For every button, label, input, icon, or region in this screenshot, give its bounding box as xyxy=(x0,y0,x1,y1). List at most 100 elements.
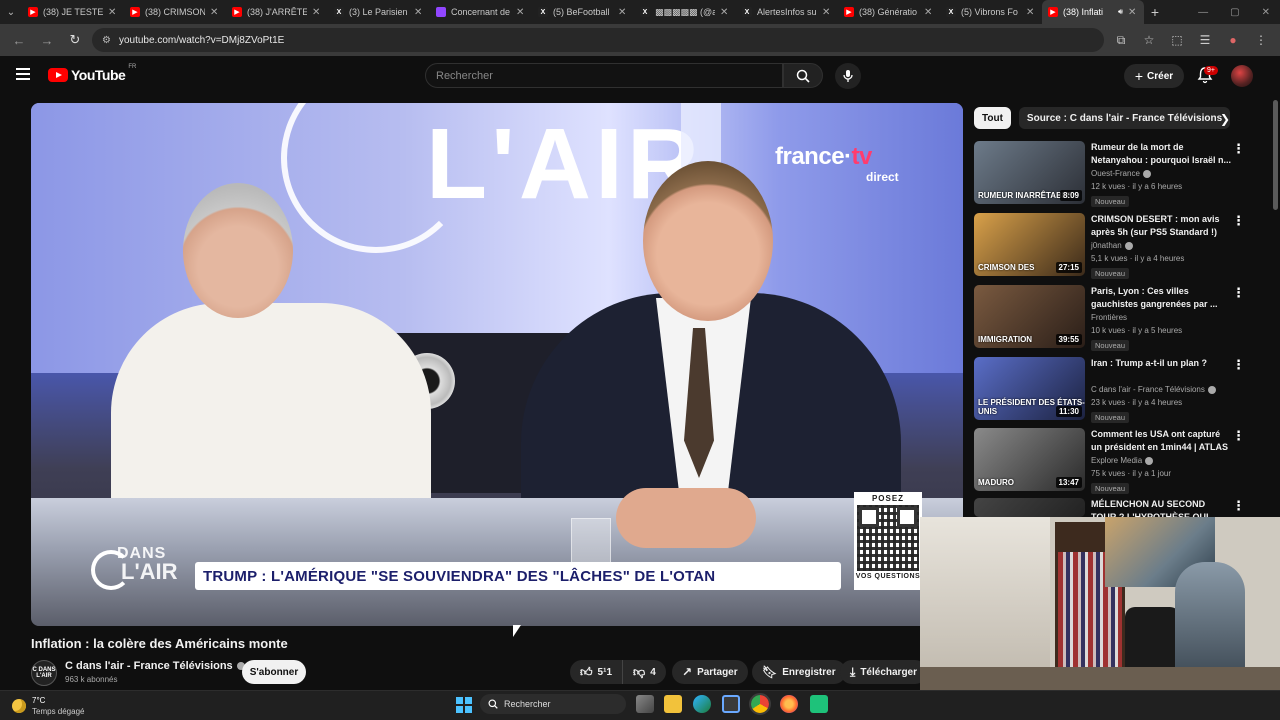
browser-tab[interactable]: ▶ (38) CRIMSON ✕ xyxy=(124,0,226,24)
weather-widget[interactable]: 7°C Temps dégagé xyxy=(12,695,84,717)
share-button[interactable]: ↗ Partager xyxy=(672,660,748,684)
video-thumbnail[interactable]: LE PRÉSIDENT DES ÉTATS-UNIS 11:30 xyxy=(974,357,1085,420)
tab-close-icon[interactable]: ✕ xyxy=(312,7,322,18)
profile-icon[interactable]: ● xyxy=(1222,29,1244,51)
page-scrollbar[interactable] xyxy=(1272,96,1280,516)
browser-tab[interactable]: X (5) BeFootball ✕ xyxy=(532,0,634,24)
tab-close-icon[interactable]: ✕ xyxy=(822,7,832,18)
more-options-icon[interactable]: ⋮ xyxy=(1232,357,1245,373)
address-bar[interactable]: ⚙ youtube.com/watch?v=DMj8ZVoPt1E xyxy=(92,28,1104,52)
recommended-video[interactable]: CRIMSON DES 27:15 CRIMSON DESERT : mon avi… xyxy=(974,213,1264,281)
taskbar-search[interactable]: Rechercher xyxy=(480,694,626,714)
browser-tab[interactable]: Concernant de ✕ xyxy=(430,0,532,24)
more-options-icon[interactable]: ⋮ xyxy=(1232,213,1245,229)
channel-row[interactable]: C dans l'air - France Télévisions xyxy=(1091,385,1216,394)
video-thumbnail[interactable]: CRIMSON DES 27:15 xyxy=(974,213,1085,276)
extensions-icon[interactable]: ⬚ xyxy=(1166,29,1188,51)
minimize-icon[interactable]: — xyxy=(1198,7,1208,18)
dislike-button[interactable]: 👎︎ 4 xyxy=(623,660,666,684)
tab-close-icon[interactable]: ✕ xyxy=(1026,7,1036,18)
more-options-icon[interactable]: ⋮ xyxy=(1232,498,1245,514)
video-title[interactable]: Comment les USA ont capturé un président… xyxy=(1091,428,1231,454)
channel-name[interactable]: Explore Media xyxy=(1091,456,1142,465)
recommended-video[interactable]: IMMIGRATION 39:55 Paris, Lyon : Ces villes… xyxy=(974,285,1264,353)
recommended-video[interactable]: MADURO 13:47 Comment les USA ont capturé u… xyxy=(974,428,1264,496)
video-thumbnail[interactable]: IMMIGRATION 39:55 xyxy=(974,285,1085,348)
back-icon[interactable]: ← xyxy=(8,29,30,51)
video-title[interactable]: CRIMSON DESERT : mon avis après 5h (sur … xyxy=(1091,213,1231,239)
store-icon[interactable] xyxy=(722,695,740,713)
channel-row[interactable]: Ouest-France xyxy=(1091,169,1151,178)
video-thumbnail[interactable] xyxy=(974,498,1085,517)
chevron-right-icon[interactable]: ❯ xyxy=(1216,110,1234,128)
browser-tab[interactable]: X AlertesInfos su ✕ xyxy=(736,0,838,24)
video-title[interactable]: Iran : Trump a-t-il un plan ? xyxy=(1091,357,1231,370)
chrome-icon[interactable] xyxy=(749,693,771,715)
recommended-video[interactable]: LE PRÉSIDENT DES ÉTATS-UNIS 11:30 Iran : T… xyxy=(974,357,1264,425)
recommended-video[interactable]: RUMEUR INARRÊTABLE 8:09 Rumeur de la mort … xyxy=(974,141,1264,209)
subscribe-button[interactable]: S'abonner xyxy=(242,660,306,684)
cast-icon[interactable]: ⧉ xyxy=(1110,29,1132,51)
tab-close-icon[interactable]: ✕ xyxy=(516,7,526,18)
tab-close-icon[interactable]: ✕ xyxy=(1128,7,1138,18)
tab-search-icon[interactable]: ⌄ xyxy=(0,0,22,24)
scrollbar-thumb[interactable] xyxy=(1273,100,1278,210)
video-title[interactable]: Paris, Lyon : Ces villes gauchistes gang… xyxy=(1091,285,1231,311)
tab-close-icon[interactable]: ✕ xyxy=(720,7,730,18)
tab-audio-icon[interactable]: 🔊︎ xyxy=(1118,7,1123,17)
create-button[interactable]: + Créer xyxy=(1124,64,1184,88)
forward-icon[interactable]: → xyxy=(36,29,58,51)
browser-tab[interactable]: ▶ (38) J'ARRÊTE ✕ xyxy=(226,0,328,24)
task-view-icon[interactable] xyxy=(636,695,654,713)
browser-tab[interactable]: X ▩▩▩▩▩ (@a ✕ xyxy=(634,0,736,24)
site-info-icon[interactable]: ⚙ xyxy=(102,35,111,46)
tab-close-icon[interactable]: ✕ xyxy=(618,7,628,18)
download-button[interactable]: ⤓ Télécharger xyxy=(840,660,928,684)
windows-start-icon[interactable] xyxy=(456,697,472,713)
tab-close-icon[interactable]: ✕ xyxy=(210,7,220,18)
tab-close-icon[interactable]: ✕ xyxy=(924,7,934,18)
channel-row[interactable]: j0nathan xyxy=(1091,241,1133,250)
video-thumbnail[interactable]: RUMEUR INARRÊTABLE 8:09 xyxy=(974,141,1085,204)
chip-source[interactable]: Source : C dans l'air - France Télévisio… xyxy=(1018,107,1231,129)
maximize-icon[interactable]: ▢ xyxy=(1230,7,1239,18)
channel-name[interactable]: Ouest-France xyxy=(1091,169,1140,178)
channel-name[interactable]: C dans l'air - France Télévisions xyxy=(65,660,233,672)
browser-tab[interactable]: X (5) Vibrons Fo ✕ xyxy=(940,0,1042,24)
recommended-video[interactable]: MÉLENCHON AU SECOND TOUR ? L'HYPOTHÈSE Q… xyxy=(974,498,1264,517)
menu-icon[interactable] xyxy=(16,68,30,80)
tab-close-icon[interactable]: ✕ xyxy=(108,7,118,18)
youtube-logo[interactable]: YouTube FR xyxy=(48,64,136,83)
video-thumbnail[interactable]: MADURO 13:47 xyxy=(974,428,1085,491)
browser-tab[interactable]: ▶ (38) JE TESTE L ✕ xyxy=(22,0,124,24)
new-tab-button[interactable]: + xyxy=(1144,4,1166,20)
browser-tab[interactable]: X (3) Le Parisien ✕ xyxy=(328,0,430,24)
firefox-icon[interactable] xyxy=(780,695,798,713)
channel-name-row[interactable]: C dans l'air - France Télévisions xyxy=(65,660,245,672)
channel-avatar[interactable]: C DANS L'AIR xyxy=(31,660,57,686)
video-player[interactable]: L'AIR france·tv direct DANS L'AIR TRUMP … xyxy=(31,103,963,626)
video-title[interactable]: MÉLENCHON AU SECOND TOUR ? L'HYPOTHÈSE Q… xyxy=(1091,498,1231,517)
browser-tab[interactable]: ▶ (38) Inflati 🔊︎ ✕ xyxy=(1042,0,1144,24)
sidebar-icon[interactable]: ☰ xyxy=(1194,29,1216,51)
more-options-icon[interactable]: ⋮ xyxy=(1232,141,1245,157)
more-options-icon[interactable]: ⋮ xyxy=(1232,428,1245,444)
more-options-icon[interactable]: ⋮ xyxy=(1232,285,1245,301)
account-avatar[interactable] xyxy=(1231,65,1253,87)
video-title[interactable]: Rumeur de la mort de Netanyahou : pourqu… xyxy=(1091,141,1231,167)
tab-close-icon[interactable]: ✕ xyxy=(414,7,424,18)
voice-search-button[interactable] xyxy=(835,63,861,89)
edge-icon[interactable] xyxy=(693,695,711,713)
reload-icon[interactable]: ↻ xyxy=(64,29,86,51)
channel-name[interactable]: Frontières xyxy=(1091,313,1127,322)
chip-all[interactable]: Tout xyxy=(974,107,1011,129)
save-button[interactable]: 🔖︎ Enregistrer xyxy=(752,660,846,684)
chrome-menu-icon[interactable]: ⋮ xyxy=(1250,29,1272,51)
channel-row[interactable]: Explore Media xyxy=(1091,456,1154,465)
channel-name[interactable]: C dans l'air - France Télévisions xyxy=(1091,385,1205,394)
search-input[interactable]: Rechercher xyxy=(425,63,783,88)
bookmark-star-icon[interactable]: ☆ xyxy=(1138,29,1160,51)
channel-name[interactable]: j0nathan xyxy=(1091,241,1122,250)
browser-tab[interactable]: ▶ (38) Génératio ✕ xyxy=(838,0,940,24)
like-button[interactable]: 👍︎ 5¹1 xyxy=(570,660,623,684)
